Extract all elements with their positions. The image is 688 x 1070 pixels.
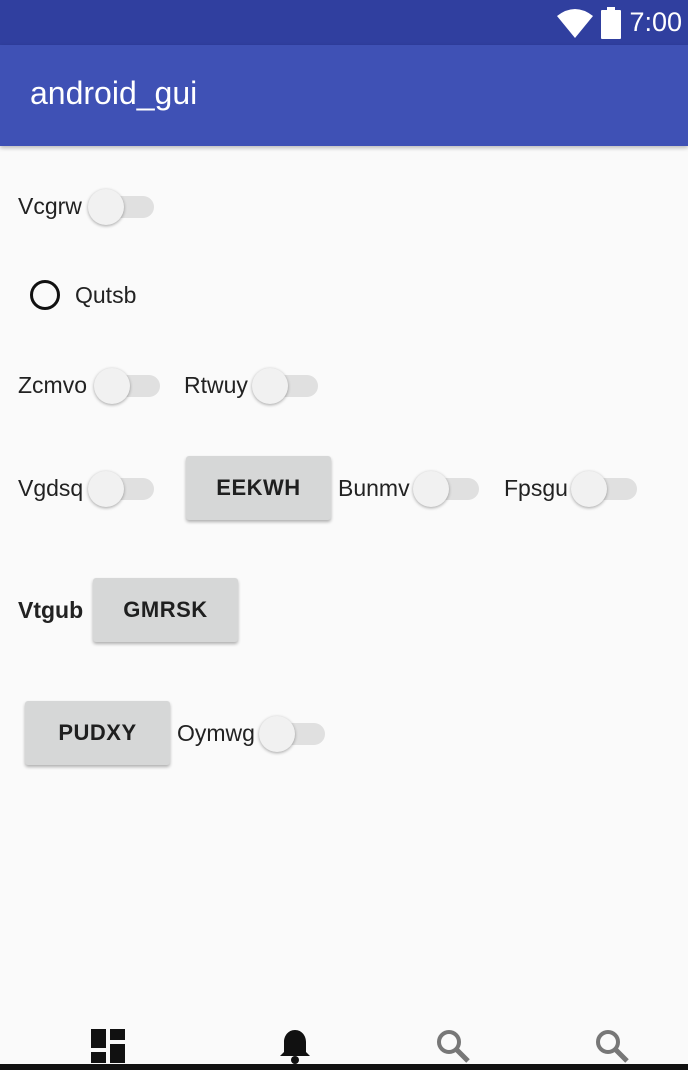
switch-fpsgu[interactable] [571,469,641,509]
radio-qutsb[interactable] [30,280,60,310]
switch-oymwg[interactable] [259,714,329,754]
switch-label-bunmv: Bunmv [338,475,410,501]
switch-label-rtwuy: Rtwuy [184,372,248,398]
app-bar: android_gui [0,45,688,146]
app-title: android_gui [30,75,198,111]
switch-label-vcgrw: Vcgrw [18,193,82,219]
switch-thumb [571,471,607,507]
switch-label-zcmvo: Zcmvo [18,372,87,398]
dashboard-icon[interactable] [88,1026,128,1066]
search-icon[interactable] [592,1026,632,1066]
battery-icon [601,6,622,39]
switch-thumb [94,368,130,404]
switch-thumb [88,189,124,225]
switch-vgdsq[interactable] [88,469,158,509]
switch-thumb [259,716,295,752]
status-time: 7:00 [629,7,682,37]
switch-thumb [252,368,288,404]
switch-rtwuy[interactable] [252,366,322,406]
switch-vcgrw[interactable] [88,187,158,227]
label-vtgub: Vtgub [18,597,84,623]
switch-bunmv[interactable] [413,469,483,509]
bottom-navigation [0,1010,688,1070]
search-icon[interactable] [433,1026,473,1066]
status-bar: 7:00 [0,0,688,45]
switch-thumb [88,471,124,507]
pudxy-button[interactable]: PUDXY [25,701,170,765]
radio-label-qutsb: Qutsb [75,282,137,308]
switch-thumb [413,471,449,507]
wifi-icon [557,8,594,38]
notifications-icon[interactable] [275,1026,315,1066]
switch-zcmvo[interactable] [94,366,164,406]
switch-label-vgdsq: Vgdsq [18,475,84,501]
status-icons: 7:00 [557,0,682,45]
switch-label-fpsgu: Fpsgu [504,475,568,501]
switch-label-oymwg: Oymwg [177,720,255,746]
eekwh-button[interactable]: EEKWH [186,456,331,520]
gmrsk-button[interactable]: GMRSK [93,578,238,642]
navigation-bar-edge [0,1064,688,1070]
